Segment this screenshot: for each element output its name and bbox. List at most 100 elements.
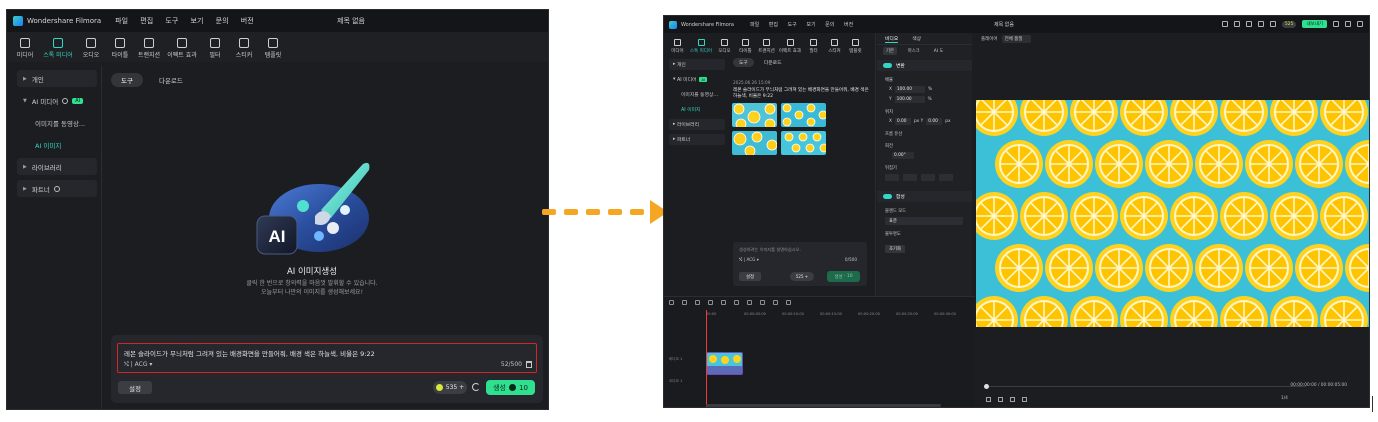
menu-tools[interactable]: 도구 xyxy=(788,22,797,28)
flip-v-button[interactable] xyxy=(903,174,917,181)
play-icon[interactable] xyxy=(998,397,1003,402)
playback-progress[interactable] xyxy=(986,386,1306,387)
tab-color[interactable]: 색상 xyxy=(912,35,921,42)
tab-audio[interactable]: 오디오 xyxy=(79,36,103,62)
section-transform[interactable]: 변환 xyxy=(877,60,972,71)
pos-x-field[interactable]: 0.00 xyxy=(894,118,911,125)
next-frame-icon[interactable] xyxy=(1010,397,1015,402)
tab-filters[interactable]: 필터 xyxy=(804,34,823,54)
tab-transitions[interactable]: 트랜지션 xyxy=(137,36,161,62)
style-selector[interactable]: ⤭ | ACG ▾ xyxy=(739,257,759,262)
scale-y-field[interactable]: 100.00 xyxy=(894,96,925,103)
share-icon[interactable] xyxy=(1233,21,1240,27)
blend-mode-select[interactable]: 표준 xyxy=(885,217,963,225)
delete-icon[interactable] xyxy=(708,300,713,305)
select-tool-icon[interactable] xyxy=(669,300,674,305)
mic-icon[interactable] xyxy=(760,300,765,305)
generate-button[interactable]: 생성 · 10 xyxy=(827,271,860,282)
sidebar-item-library[interactable]: ▶ 라이브러리 xyxy=(17,158,97,175)
timeline-clip[interactable] xyxy=(706,352,743,375)
prompt-input[interactable]: 레몬 슬라이드가 무늬처럼 그려져 있는 배경화면을 만들어줘, 배경 색은 하… xyxy=(117,343,537,373)
subtab-downloads[interactable]: 다운로드 xyxy=(149,73,193,87)
sidebar-item-library[interactable]: ▸ 라이브러리 xyxy=(669,119,725,130)
tab-templates[interactable]: 템플릿 xyxy=(846,34,865,54)
timeline-playhead[interactable] xyxy=(706,310,707,407)
rotate-field[interactable]: 0.00° xyxy=(892,152,914,159)
stop-icon[interactable] xyxy=(1022,397,1027,402)
tab-stickers[interactable]: 스티커 xyxy=(232,36,256,62)
gear-icon[interactable] xyxy=(1269,21,1276,27)
refresh-icon[interactable] xyxy=(472,383,480,391)
toggle-switch[interactable] xyxy=(883,63,892,68)
tab-video[interactable]: 비디오 xyxy=(885,35,899,43)
sidebar-item-partner[interactable]: ▶ 파트너 xyxy=(17,180,97,197)
minimize-icon[interactable] xyxy=(1333,21,1339,27)
sidebar-item-ai-media[interactable]: ▼ AI 미디어 AI xyxy=(17,92,97,109)
close-icon[interactable] xyxy=(1357,21,1363,27)
subtab-mask[interactable]: 마스크 xyxy=(905,47,923,55)
zoom-out-icon[interactable] xyxy=(773,300,778,305)
preview-zoom[interactable]: 1/4 xyxy=(1281,396,1288,401)
tab-media[interactable]: 미디어 xyxy=(668,34,687,54)
sidebar-item-ai-image[interactable]: AI 이미지 xyxy=(17,136,97,153)
marker-icon[interactable] xyxy=(747,300,752,305)
tab-templates[interactable]: 템플릿 xyxy=(261,36,285,62)
menu-help[interactable]: 문의 xyxy=(216,17,229,25)
credits-badge[interactable]: 525 + xyxy=(790,272,814,281)
sidebar-item-image-to-video[interactable]: 이미지를 동영상... xyxy=(17,114,97,131)
menu-version[interactable]: 버전 xyxy=(241,17,254,25)
tab-media[interactable]: 미디어 xyxy=(13,36,37,62)
toggle-switch[interactable] xyxy=(883,194,892,199)
subtab-downloads[interactable]: 다운로드 xyxy=(758,58,788,67)
download-icon[interactable] xyxy=(1257,21,1264,27)
sidebar-item-ai-media[interactable]: ▾ AI 미디어 AI xyxy=(669,74,725,85)
generate-button[interactable]: 생성 10 xyxy=(486,380,535,395)
export-button[interactable]: 내보내기 xyxy=(1302,20,1327,28)
tab-titles[interactable]: 타이틀 xyxy=(108,36,132,62)
rotate-left-button[interactable] xyxy=(921,174,935,181)
tab-audio[interactable]: 오디오 xyxy=(715,34,734,54)
pos-y-field[interactable]: 0.00 xyxy=(926,118,943,125)
rotate-right-button[interactable] xyxy=(939,174,953,181)
tab-stock-media[interactable]: 스톡 미디어 xyxy=(689,34,713,54)
generated-image-1[interactable] xyxy=(732,103,777,127)
settings-button[interactable]: 설정 xyxy=(118,381,152,394)
flip-h-button[interactable] xyxy=(885,174,899,181)
sidebar-item-personal[interactable]: ▶ 개인 xyxy=(17,70,97,87)
menu-view[interactable]: 보기 xyxy=(191,17,204,25)
redo-icon[interactable] xyxy=(695,300,700,305)
device-icon[interactable] xyxy=(1221,21,1228,27)
subtab-tools[interactable]: 도구 xyxy=(733,58,754,67)
tab-stock-media[interactable]: 스톡 미디어 xyxy=(42,36,74,62)
prev-frame-icon[interactable] xyxy=(986,397,991,402)
style-selector[interactable]: ⤭ | ACG ▾ xyxy=(124,361,152,369)
undo-icon[interactable] xyxy=(682,300,687,305)
tab-effects[interactable]: 이펙트 효과 xyxy=(778,34,802,54)
cloud-icon[interactable] xyxy=(1245,21,1252,27)
timeline-scrollbar[interactable] xyxy=(706,404,941,407)
subtab-ai-tools[interactable]: AI 도 xyxy=(931,47,947,55)
section-composite[interactable]: 합성 xyxy=(877,191,972,202)
subtab-basic[interactable]: 기본 xyxy=(883,47,897,55)
crop-icon[interactable] xyxy=(734,300,739,305)
menu-edit[interactable]: 편집 xyxy=(769,22,778,28)
menu-view[interactable]: 보기 xyxy=(806,22,815,28)
tab-stickers[interactable]: 스티커 xyxy=(825,34,844,54)
zoom-in-icon[interactable] xyxy=(786,300,791,305)
trash-icon[interactable] xyxy=(526,361,532,368)
reset-button[interactable]: 초기화 xyxy=(885,245,905,253)
sidebar-item-ai-image[interactable]: AI 이미지 xyxy=(669,104,725,115)
playhead-knob[interactable] xyxy=(984,384,989,389)
sidebar-item-image-to-video[interactable]: 이미지를 동영상... xyxy=(669,89,725,100)
tab-filters[interactable]: 필터 xyxy=(203,36,227,62)
maximize-icon[interactable] xyxy=(1345,21,1351,27)
menu-version[interactable]: 버전 xyxy=(844,22,853,28)
tab-titles[interactable]: 타이틀 xyxy=(736,34,755,54)
sidebar-item-partner[interactable]: ▸ 파트너 xyxy=(669,134,725,145)
split-icon[interactable] xyxy=(721,300,726,305)
menu-tools[interactable]: 도구 xyxy=(165,17,178,25)
menu-help[interactable]: 문의 xyxy=(825,22,834,28)
menu-file[interactable]: 파일 xyxy=(115,17,128,25)
menu-edit[interactable]: 편집 xyxy=(140,17,153,25)
scale-x-field[interactable]: 100.00 xyxy=(894,86,925,93)
